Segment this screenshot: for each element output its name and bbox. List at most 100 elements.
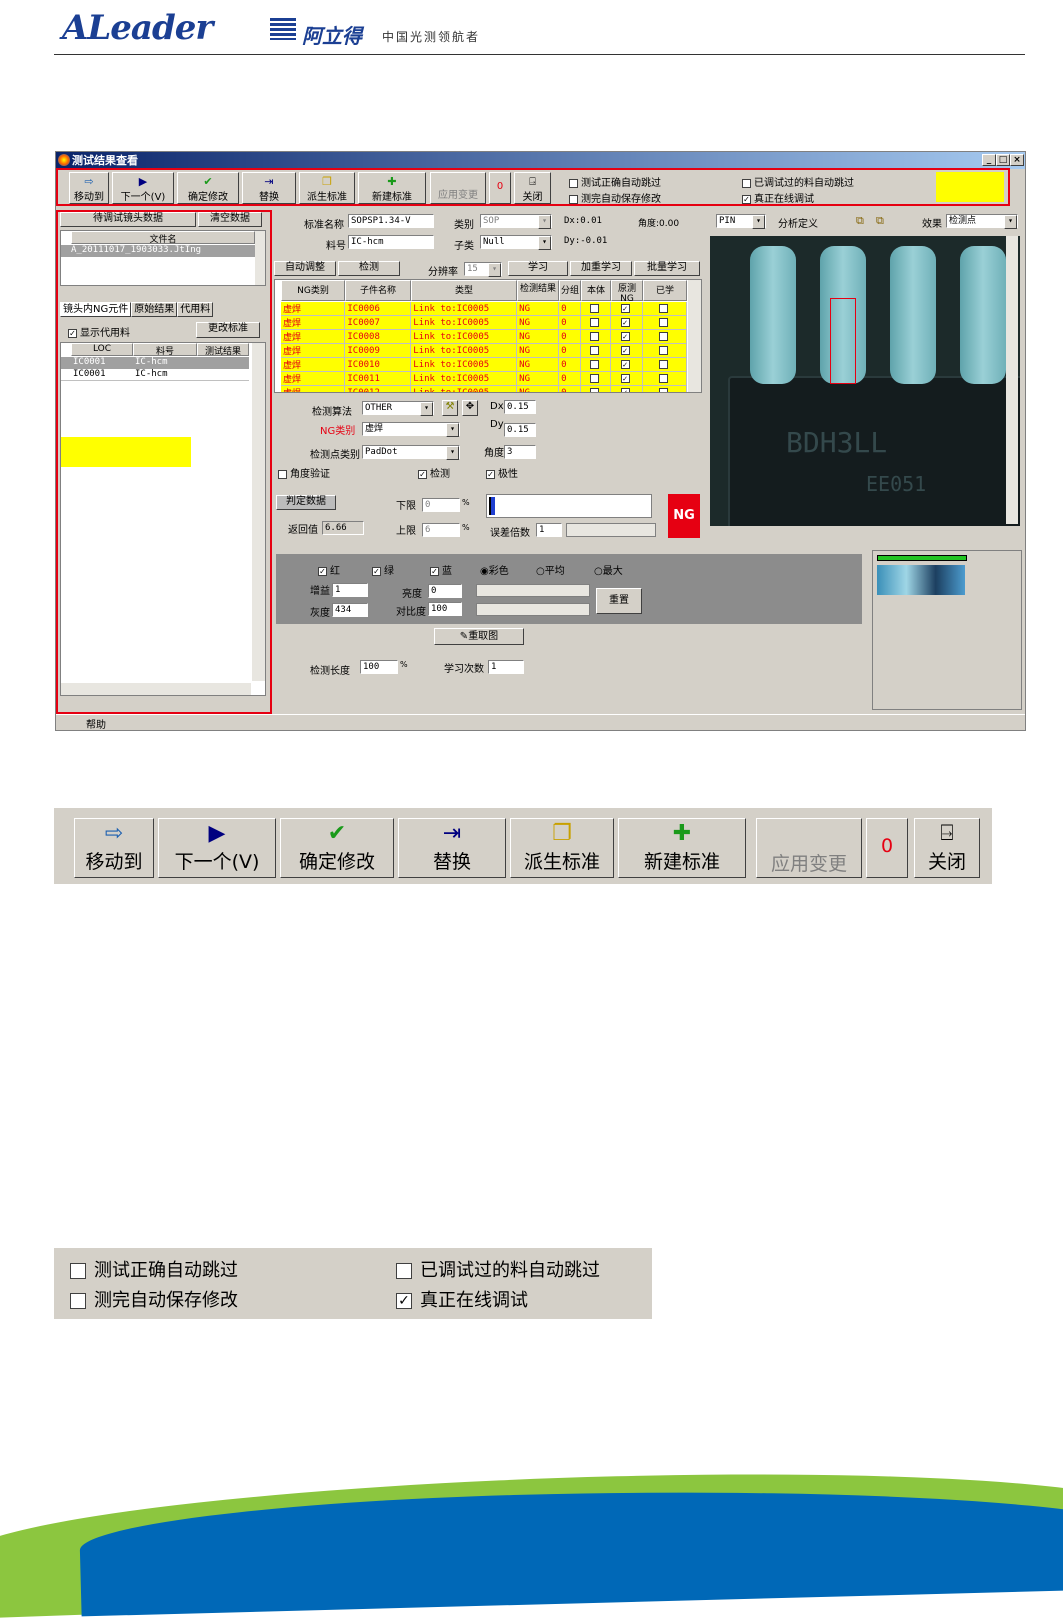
table-row[interactable]: 虚焊 IC0007 Link to:IC0005 NG 0 ✓ (281, 315, 687, 330)
learn-count-field[interactable]: 1 (488, 660, 524, 674)
tab-judge-data[interactable]: 判定数据 (276, 495, 336, 510)
checkbox[interactable] (589, 317, 599, 327)
auto-adjust-button[interactable]: 自动调整 (274, 261, 336, 276)
dx-field[interactable]: 0.15 (504, 400, 536, 414)
gray-stepper[interactable]: 434 (332, 603, 368, 617)
checkbox[interactable] (658, 345, 668, 355)
checkbox[interactable] (658, 317, 668, 327)
point-type-select[interactable]: PadDot (362, 445, 460, 460)
checkbox[interactable] (396, 1263, 412, 1279)
mode-average-radio[interactable]: ○平均 (536, 562, 565, 577)
move-cross-icon[interactable]: ✥ (462, 400, 478, 416)
checkbox-checked[interactable]: ✓ (620, 317, 630, 327)
checkbox[interactable] (589, 359, 599, 369)
opt-online-debug[interactable]: ✓ 真正在线调试 (396, 1286, 528, 1312)
checkbox-checked[interactable]: ✓ (620, 387, 630, 392)
checkbox[interactable] (589, 303, 599, 313)
blue-checkbox[interactable]: ✓ 蓝 (430, 562, 452, 577)
checkbox-checked[interactable]: ✓ (486, 469, 495, 479)
algo-select[interactable]: OTHER (362, 401, 434, 416)
mode-color-radio[interactable]: ◉彩色 (480, 562, 509, 577)
gain-stepper[interactable]: 1 (332, 583, 368, 597)
brightness-slider[interactable] (476, 584, 590, 597)
minimize-button[interactable]: _ (982, 154, 996, 166)
checkbox-checked[interactable]: ✓ (620, 331, 630, 341)
checkbox[interactable] (70, 1263, 86, 1279)
close-button[interactable]: ⍈ 关闭 (914, 818, 980, 878)
opt-auto-save[interactable]: 测完自动保存修改 (70, 1286, 238, 1312)
wand-icon[interactable]: ⚒ (442, 400, 458, 416)
ng-category-select[interactable]: 虚焊 (362, 422, 460, 437)
part-field[interactable]: IC-hcm (348, 235, 434, 249)
checkbox[interactable] (658, 359, 668, 369)
contrast-field[interactable]: 100 (428, 602, 462, 616)
reset-button[interactable]: 重置 (596, 588, 642, 614)
replace-button[interactable]: ⇥ 替换 (398, 818, 506, 878)
move-to-button[interactable]: ⇨ 移动到 (74, 818, 154, 878)
close-window-button[interactable]: × (1010, 154, 1024, 166)
image-scrollbar[interactable] (1006, 236, 1018, 524)
confirm-button[interactable]: ✔ 确定修改 (280, 818, 394, 878)
learn-button[interactable]: 学习 (508, 261, 568, 276)
batch-learn-button[interactable]: 批量学习 (634, 261, 700, 276)
help-label[interactable]: 帮助 (86, 716, 106, 731)
red-checkbox[interactable]: ✓ 红 (318, 562, 340, 577)
derive-std-button[interactable]: ❐ 派生标准 (510, 818, 614, 878)
table-row[interactable]: 虚焊 IC0008 Link to:IC0005 NG 0 ✓ (281, 329, 687, 344)
effect-select[interactable]: 检测点 (946, 214, 1018, 229)
weighted-learn-button[interactable]: 加重学习 (570, 261, 632, 276)
ng-grid-scrollbar[interactable] (688, 280, 701, 392)
regrab-button[interactable]: ✎重取图 (434, 628, 524, 645)
checkbox[interactable] (589, 373, 599, 383)
copy-icon[interactable]: ⧉ (856, 214, 864, 228)
polarity-checkbox[interactable]: ✓ 极性 (486, 465, 518, 480)
apply-changes-button[interactable]: 应用变更 (756, 818, 862, 878)
inspection-image[interactable]: BDH3LL EE051 (710, 236, 1020, 526)
table-row[interactable]: 虚焊 IC0009 Link to:IC0005 NG 0 ✓ (281, 343, 687, 358)
checkbox[interactable] (658, 387, 668, 392)
paste-icon[interactable]: ⧉ (876, 214, 884, 228)
detect-length-stepper[interactable]: 100 (360, 660, 398, 674)
dy-field[interactable]: 0.15 (504, 423, 536, 437)
table-row[interactable]: 虚焊 IC0010 Link to:IC0005 NG 0 ✓ (281, 357, 687, 372)
checkbox-checked[interactable]: ✓ (620, 303, 630, 313)
green-checkbox[interactable]: ✓ 绿 (372, 562, 394, 577)
checkbox[interactable] (589, 387, 599, 392)
checkbox[interactable] (278, 469, 287, 479)
next-button[interactable]: ▶ 下一个(V) (158, 818, 276, 878)
std-name-field[interactable]: SOPSP1.34-V (348, 214, 434, 228)
checkbox-checked[interactable]: ✓ (430, 566, 439, 576)
checkbox-checked[interactable]: ✓ (620, 359, 630, 369)
maximize-button[interactable]: □ (996, 154, 1010, 166)
angle-field[interactable]: 3 (504, 445, 536, 459)
checkbox-checked[interactable]: ✓ (396, 1293, 412, 1309)
new-std-button[interactable]: ✚ 新建标准 (618, 818, 746, 878)
checkbox[interactable] (589, 331, 599, 341)
detect-checkbox[interactable]: ✓ 检测 (418, 465, 450, 480)
subcategory-select[interactable]: Null (480, 235, 552, 250)
brightness-field[interactable]: 0 (428, 584, 462, 598)
checkbox-checked[interactable]: ✓ (318, 566, 327, 576)
table-row[interactable]: 虚焊 IC0011 Link to:IC0005 NG 0 ✓ (281, 371, 687, 386)
checkbox[interactable] (658, 373, 668, 383)
error-multiple-field[interactable]: 1 (536, 523, 562, 537)
checkbox[interactable] (589, 345, 599, 355)
checkbox-checked[interactable]: ✓ (372, 566, 381, 576)
checkbox[interactable] (658, 331, 668, 341)
resolution-select[interactable]: 15 (464, 262, 502, 277)
checkbox[interactable] (658, 303, 668, 313)
inspection-roi-box[interactable] (830, 298, 856, 384)
checkbox[interactable] (70, 1293, 86, 1309)
checkbox-checked[interactable]: ✓ (620, 373, 630, 383)
opt-skip-correct[interactable]: 测试正确自动跳过 (70, 1256, 238, 1282)
pin-select[interactable]: PIN (716, 214, 766, 229)
checkbox-checked[interactable]: ✓ (418, 469, 427, 479)
table-row[interactable]: 虚焊IC0012Link to:IC0005NG0 ✓ (281, 385, 687, 392)
error-slider[interactable] (566, 523, 656, 537)
mode-max-radio[interactable]: ○最大 (594, 562, 623, 577)
table-row[interactable]: 虚焊 IC0006 Link to:IC0005 NG 0 ✓ (281, 302, 687, 316)
contrast-slider[interactable] (476, 603, 590, 616)
detect-button[interactable]: 检测 (338, 261, 400, 276)
category-select[interactable]: SOP (480, 214, 552, 229)
angle-verify-checkbox[interactable]: 角度验证 (278, 465, 330, 480)
